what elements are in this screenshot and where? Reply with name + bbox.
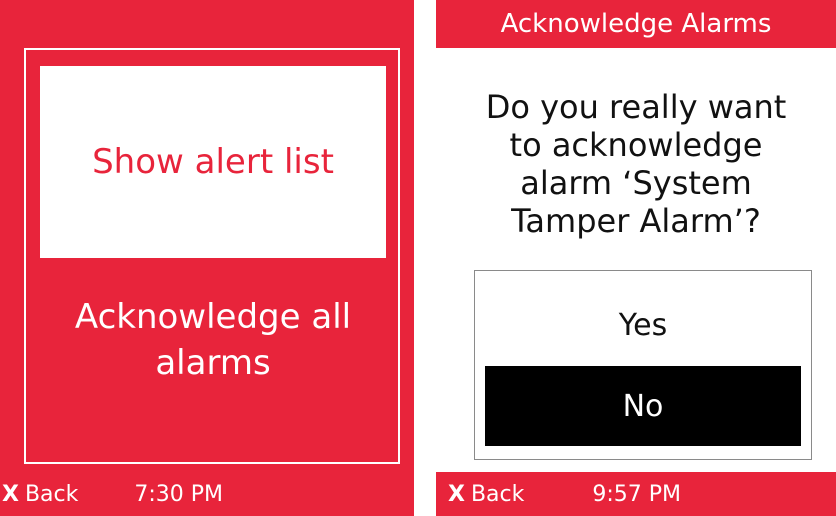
menu-item-show-alert-list[interactable]: Show alert list bbox=[40, 66, 386, 258]
alarm-menu-screen: Show alert list Acknowledge all alarms X… bbox=[0, 0, 414, 516]
clock-time: 7:30 PM bbox=[134, 481, 224, 507]
clock-time: 9:57 PM bbox=[592, 481, 682, 507]
options-frame: Yes No bbox=[474, 270, 812, 460]
yes-option[interactable]: Yes bbox=[485, 285, 801, 365]
title-bar: Acknowledge Alarms bbox=[436, 0, 836, 48]
confirmation-question: Do you really want to acknowledge alarm … bbox=[485, 88, 787, 240]
option-label: No bbox=[622, 388, 664, 424]
dialog-title: Acknowledge Alarms bbox=[500, 9, 772, 39]
no-option[interactable]: No bbox=[485, 366, 801, 446]
menu-item-label: Acknowledge all alarms bbox=[74, 297, 352, 383]
menu-item-label: Show alert list bbox=[92, 142, 334, 182]
menu-item-acknowledge-all-alarms[interactable]: Acknowledge all alarms bbox=[40, 284, 386, 396]
acknowledge-dialog-screen: Acknowledge Alarms Do you really want to… bbox=[436, 0, 836, 516]
back-label[interactable]: Back bbox=[25, 482, 78, 507]
x-icon[interactable]: X bbox=[2, 482, 19, 507]
menu-frame: Show alert list Acknowledge all alarms bbox=[24, 48, 400, 464]
x-icon[interactable]: X bbox=[448, 482, 465, 507]
footer-bar: X Back 9:57 PM bbox=[436, 472, 836, 516]
footer-bar: X Back 7:30 PM bbox=[0, 472, 414, 516]
option-label: Yes bbox=[618, 307, 668, 343]
back-label[interactable]: Back bbox=[471, 482, 524, 507]
